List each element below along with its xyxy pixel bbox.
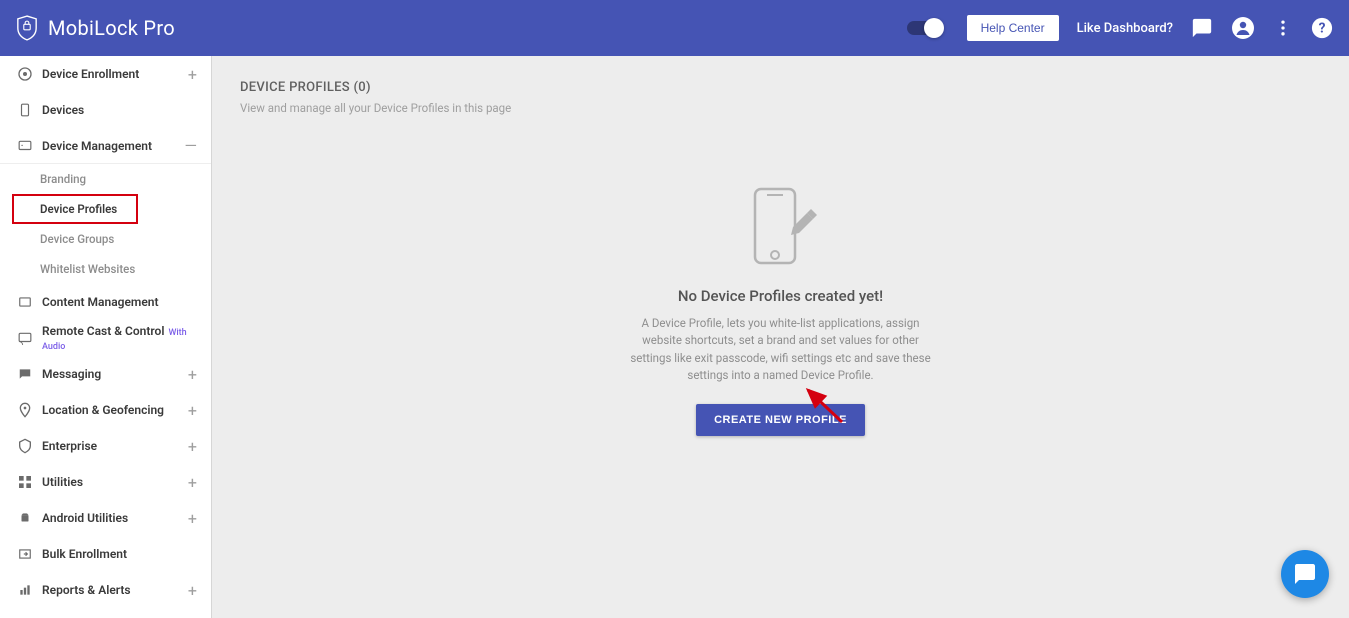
account-icon[interactable] (1231, 16, 1255, 40)
nav-label: Messaging (42, 367, 188, 381)
main-content: DEVICE PROFILES (0) View and manage all … (212, 56, 1349, 618)
nav-label: Bulk Enrollment (42, 547, 197, 561)
sidebar-item-device-enrollment[interactable]: Device Enrollment + (0, 56, 211, 92)
nav-label: Location & Geofencing (42, 403, 188, 417)
location-icon (14, 402, 36, 418)
nav-label: Devices (42, 103, 197, 117)
sidebar-item-utilities[interactable]: Utilities + (0, 464, 211, 500)
expand-icon: + (188, 401, 197, 420)
collapse-icon: — (185, 136, 198, 155)
more-icon[interactable] (1273, 18, 1293, 38)
management-icon (14, 139, 36, 153)
sidebar-item-content-management[interactable]: Content Management (0, 284, 211, 320)
logo-icon (16, 15, 38, 41)
chat-fab-button[interactable] (1281, 550, 1329, 598)
android-icon (14, 510, 36, 526)
nav-label: Reports & Alerts (42, 583, 188, 597)
nav-label: Remote Cast & ControlWith Audio (42, 324, 197, 352)
like-dashboard-link[interactable]: Like Dashboard? (1077, 21, 1173, 36)
expand-icon: + (188, 65, 197, 84)
sidebar-item-bulk-enrollment[interactable]: Bulk Enrollment (0, 536, 211, 572)
sidebar-subitem-branding[interactable]: Branding (0, 164, 211, 194)
nav-label: Utilities (42, 475, 188, 489)
chat-icon[interactable] (1191, 17, 1213, 39)
expand-icon: + (188, 473, 197, 492)
sidebar-subitem-device-groups[interactable]: Device Groups (0, 224, 211, 254)
empty-phone-icon (745, 185, 817, 271)
expand-icon: + (188, 581, 197, 600)
empty-title: No Device Profiles created yet! (240, 287, 1321, 305)
sidebar-item-device-management[interactable]: Device Management — (0, 128, 211, 164)
help-icon[interactable]: ? (1311, 17, 1333, 39)
cast-icon (14, 331, 36, 345)
devices-icon (14, 102, 36, 118)
nav-label: Device Management (42, 139, 185, 153)
nav-label: Device Enrollment (42, 67, 188, 81)
app-header: MobiLock Pro Help Center Like Dashboard?… (0, 0, 1349, 56)
create-new-profile-button[interactable]: CREATE NEW PROFILE (696, 404, 865, 436)
expand-icon: + (188, 509, 197, 528)
expand-icon: + (188, 365, 197, 384)
empty-state: No Device Profiles created yet! A Device… (240, 185, 1321, 436)
sidebar-subitem-whitelist-websites[interactable]: Whitelist Websites (0, 254, 211, 284)
nav-label: Content Management (42, 295, 197, 309)
reports-icon (14, 583, 36, 597)
header-right: Help Center Like Dashboard? ? (907, 15, 1333, 41)
brand-name: MobiLock Pro (48, 16, 175, 40)
expand-icon: + (188, 437, 197, 456)
help-center-button[interactable]: Help Center (967, 15, 1059, 41)
enrollment-icon (14, 66, 36, 82)
nav-label: Enterprise (42, 439, 188, 453)
svg-text:?: ? (1319, 21, 1326, 37)
utilities-icon (14, 474, 36, 490)
sidebar-item-location[interactable]: Location & Geofencing + (0, 392, 211, 428)
sidebar: Device Enrollment + Devices Device Manag… (0, 56, 212, 618)
page-subtitle: View and manage all your Device Profiles… (240, 101, 1321, 115)
sidebar-item-android-utilities[interactable]: Android Utilities + (0, 500, 211, 536)
sidebar-item-devices[interactable]: Devices (0, 92, 211, 128)
sidebar-item-enterprise[interactable]: Enterprise + (0, 428, 211, 464)
sidebar-item-messaging[interactable]: Messaging + (0, 356, 211, 392)
empty-description: A Device Profile, lets you white-list ap… (621, 315, 941, 384)
theme-toggle[interactable] (907, 21, 941, 35)
content-icon (14, 295, 36, 309)
header-left: MobiLock Pro (16, 15, 175, 41)
sidebar-item-remote-cast[interactable]: Remote Cast & ControlWith Audio (0, 320, 211, 356)
bulk-icon (14, 547, 36, 561)
nav-label: Android Utilities (42, 511, 188, 525)
page-title: DEVICE PROFILES (0) (240, 80, 1321, 95)
sidebar-item-reports[interactable]: Reports & Alerts + (0, 572, 211, 608)
messaging-icon (14, 367, 36, 381)
sidebar-subitem-device-profiles[interactable]: Device Profiles (12, 194, 138, 224)
enterprise-icon (14, 438, 36, 454)
